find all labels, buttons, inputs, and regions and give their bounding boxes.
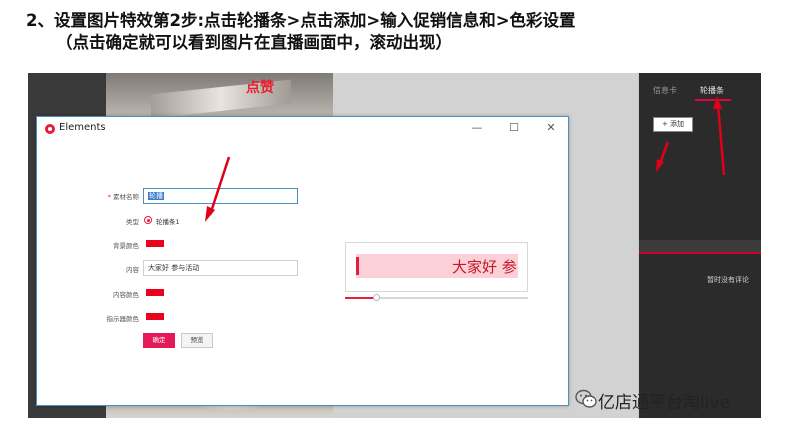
bg-color-swatch[interactable] xyxy=(146,240,164,247)
preview-indicator xyxy=(356,257,359,275)
live-panel-tabs: 信息卡 轮播条 xyxy=(639,83,761,105)
minimize-button[interactable]: — xyxy=(470,121,484,135)
instruction-heading: 2、设置图片特效第2步:点击轮播条>点击添加>输入促销信息和>色彩设置 （点击确… xyxy=(26,10,786,54)
wechat-icon xyxy=(575,389,597,408)
preview-button[interactable]: 预览 xyxy=(181,333,213,348)
tab-carousel-bar[interactable]: 轮播条 xyxy=(700,85,724,96)
preview-carousel-band: 大家好 参 xyxy=(356,254,518,278)
content-color-label: 内容颜色 xyxy=(113,291,139,299)
indicator-color-label: 指示器颜色 xyxy=(106,315,140,323)
material-name-label-text: 素材名称 xyxy=(113,193,139,201)
app-logo-icon xyxy=(45,124,55,134)
slider-knob[interactable] xyxy=(373,294,381,301)
watermark-text: 亿店通平台淘live xyxy=(598,393,730,413)
active-tab-underline xyxy=(695,99,731,101)
bg-color-label: 背景颜色 xyxy=(113,242,139,250)
indicator-color-swatch[interactable] xyxy=(146,313,164,320)
elements-dialog: Elements — ☐ ✕ * 素材名称 轮播 类型 轮播条1 背景颜色 内容… xyxy=(36,116,569,406)
maximize-button[interactable]: ☐ xyxy=(507,121,521,135)
content-color-swatch[interactable] xyxy=(146,289,164,296)
tab-info-card[interactable]: 信息卡 xyxy=(653,85,677,96)
preview-progress-slider[interactable] xyxy=(345,294,528,301)
preview-box: 大家好 参 xyxy=(345,242,528,292)
instruction-line-1: 2、设置图片特效第2步:点击轮播条>点击添加>输入促销信息和>色彩设置 xyxy=(26,11,576,30)
dialog-title: Elements xyxy=(59,122,106,133)
panel-divider xyxy=(639,240,761,252)
slider-fill xyxy=(345,297,377,299)
material-name-label: * 素材名称 xyxy=(75,191,139,201)
close-button[interactable]: ✕ xyxy=(544,121,558,135)
instruction-line-2: （点击确定就可以看到图片在直播画面中，滚动出现） xyxy=(56,33,452,52)
type-label: 类型 xyxy=(126,218,139,226)
content-input[interactable]: 大家好 参与活动 xyxy=(143,260,298,276)
live-side-panel: 信息卡 轮播条 + 添加 暂时没有评论 xyxy=(639,73,761,418)
preview-marquee-text: 大家好 参 xyxy=(452,258,517,276)
confirm-button[interactable]: 确定 xyxy=(143,333,175,348)
material-name-value: 轮播 xyxy=(148,192,164,200)
type-radio[interactable] xyxy=(144,216,152,224)
add-button[interactable]: + 添加 xyxy=(653,117,693,132)
dialog-titlebar[interactable]: Elements — ☐ ✕ xyxy=(37,117,568,141)
content-label: 内容 xyxy=(126,266,139,274)
material-name-input[interactable]: 轮播 xyxy=(143,188,298,204)
photo-red-tag: 点赞 xyxy=(246,80,274,96)
no-comment-text: 暂时没有评论 xyxy=(707,276,749,284)
panel-red-line xyxy=(639,252,761,254)
type-option-label[interactable]: 轮播条1 xyxy=(156,216,180,226)
